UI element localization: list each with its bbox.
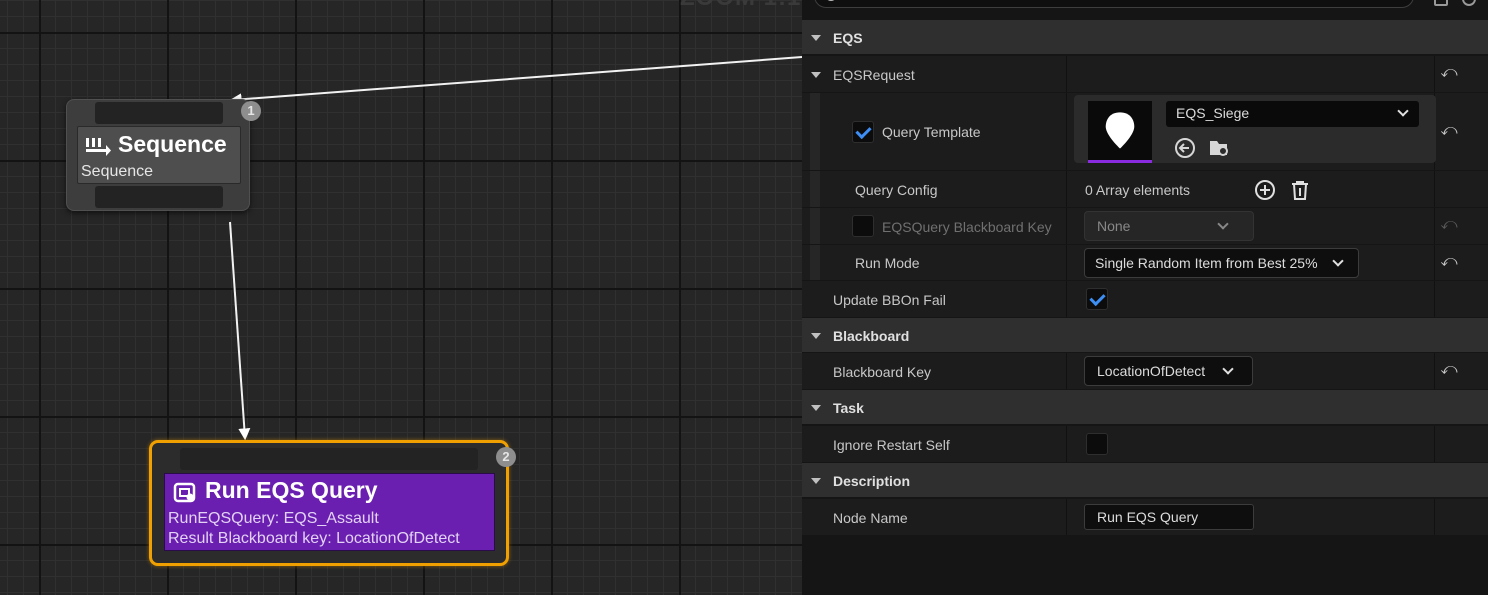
view-options-icon[interactable] xyxy=(1434,0,1448,6)
browse-arrow-icon[interactable] xyxy=(1174,137,1196,159)
sequence-icon xyxy=(86,138,111,156)
category-label: Task xyxy=(833,400,864,416)
wire-to-sequence xyxy=(229,56,802,106)
details-search-input[interactable] xyxy=(814,0,1414,8)
eqs-query-icon xyxy=(173,482,196,503)
combo-value: Single Random Item from Best 25% xyxy=(1095,255,1318,271)
chevron-down-icon xyxy=(1217,218,1229,230)
sequence-input-pin[interactable] xyxy=(95,102,223,124)
search-icon xyxy=(825,0,837,1)
category-blackboard[interactable]: Blackboard xyxy=(802,317,1488,352)
eqs-node-title: Run EQS Query xyxy=(205,477,378,503)
combo-value: LocationOfDetect xyxy=(1097,363,1206,379)
sequence-node-body: Sequence Sequence xyxy=(77,126,241,184)
reset-icon[interactable]: ⤺ xyxy=(1438,216,1460,234)
run-mode-label: Run Mode xyxy=(855,255,920,271)
node-name-label: Node Name xyxy=(833,510,908,526)
execution-index-badge: 2 xyxy=(496,447,516,467)
query-config-label: Query Config xyxy=(855,182,938,198)
collapse-arrow-icon[interactable] xyxy=(811,405,821,411)
run-eqs-query-node[interactable]: Run EQS Query RunEQSQuery: EQS_Assault R… xyxy=(149,440,516,566)
reset-icon[interactable]: ⤺ xyxy=(1438,122,1460,140)
node-name-input[interactable]: Run EQS Query xyxy=(1084,504,1254,530)
query-template-checkbox[interactable] xyxy=(852,121,874,143)
update-bb-on-fail-label: Update BBOn Fail xyxy=(833,292,946,308)
ignore-restart-self-checkbox[interactable] xyxy=(1086,433,1108,455)
asset-picker: EQS_Siege xyxy=(1074,95,1436,163)
collapse-arrow-icon[interactable] xyxy=(811,35,821,41)
category-eqs[interactable]: EQS xyxy=(802,19,1488,54)
row-run-mode: Run Mode Single Random Item from Best 25… xyxy=(802,244,1488,280)
run-mode-combo[interactable]: Single Random Item from Best 25% xyxy=(1084,248,1359,278)
combo-value: None xyxy=(1097,218,1131,234)
ignore-restart-self-label: Ignore Restart Self xyxy=(833,437,950,453)
sequence-node-subtitle: Sequence xyxy=(81,163,154,180)
sequence-output-pin[interactable] xyxy=(95,186,223,208)
details-panel: EQS EQSRequest ⤺ Query Template EQS_Sieg… xyxy=(802,0,1488,595)
row-update-bb-on-fail: Update BBOn Fail xyxy=(802,280,1488,317)
plus-circle-icon[interactable] xyxy=(1254,179,1276,201)
chevron-down-icon xyxy=(1222,363,1234,375)
collapse-arrow-icon[interactable] xyxy=(811,72,821,78)
eqs-blackboard-key-combo[interactable]: None xyxy=(1084,211,1254,241)
execution-index-badge: 1 xyxy=(241,101,261,121)
reset-icon[interactable]: ⤺ xyxy=(1438,64,1460,82)
eqs-node-result-line: Result Blackboard key: LocationOfDetect xyxy=(168,530,460,547)
eqs-request-label: EQSRequest xyxy=(833,67,915,83)
eqs-input-pin[interactable] xyxy=(180,448,478,470)
category-label: EQS xyxy=(833,30,863,46)
row-node-name: Node Name Run EQS Query xyxy=(802,498,1488,535)
category-description[interactable]: Description xyxy=(802,462,1488,497)
trash-icon[interactable] xyxy=(1289,179,1311,201)
row-ignore-restart-self: Ignore Restart Self xyxy=(802,425,1488,462)
sequence-node[interactable]: Sequence Sequence 1 xyxy=(66,99,261,211)
query-template-label: Query Template xyxy=(882,124,981,140)
eqs-node-body: Run EQS Query RunEQSQuery: EQS_Assault R… xyxy=(164,473,495,551)
category-task[interactable]: Task xyxy=(802,389,1488,424)
wire-to-eqs xyxy=(229,221,251,441)
query-template-asset-combo[interactable]: EQS_Siege xyxy=(1166,101,1419,127)
collapse-arrow-icon[interactable] xyxy=(811,333,821,339)
blackboard-key-label: Blackboard Key xyxy=(833,364,932,380)
row-eqs-query-blackboard-key: EQSQuery Blackboard Key None ⤺ xyxy=(802,207,1488,244)
row-query-template: Query Template EQS_Siege ⤺ xyxy=(802,92,1488,170)
blackboard-key-combo[interactable]: LocationOfDetect xyxy=(1084,356,1253,386)
settings-icon[interactable] xyxy=(1462,0,1476,6)
row-query-config: Query Config 0 Array elements xyxy=(802,170,1488,207)
find-in-browser-icon[interactable] xyxy=(1208,137,1230,159)
update-bb-on-fail-checkbox[interactable] xyxy=(1086,288,1108,310)
behavior-tree-graph[interactable]: ZOOM 1:1 Sequence Sequence 1 xyxy=(0,0,802,595)
eqs-node-query-line: RunEQSQuery: EQS_Assault xyxy=(168,510,379,527)
eqs-blackboard-key-label: EQSQuery Blackboard Key xyxy=(882,219,1052,235)
collapse-arrow-icon[interactable] xyxy=(811,478,821,484)
sequence-node-title: Sequence xyxy=(118,131,227,157)
reset-icon[interactable]: ⤺ xyxy=(1438,253,1460,271)
eqs-blackboard-key-checkbox[interactable] xyxy=(852,215,874,237)
asset-name: EQS_Siege xyxy=(1176,105,1250,121)
reset-icon[interactable]: ⤺ xyxy=(1438,361,1460,379)
asset-thumbnail[interactable] xyxy=(1088,101,1152,163)
row-eqs-request: EQSRequest ⤺ xyxy=(802,55,1488,92)
location-pin-icon xyxy=(1105,112,1135,149)
query-config-value: 0 Array elements xyxy=(1085,182,1191,198)
chevron-down-icon xyxy=(1332,255,1344,267)
row-blackboard-key: Blackboard Key LocationOfDetect ⤺ xyxy=(802,352,1488,389)
category-label: Description xyxy=(833,473,911,489)
category-label: Blackboard xyxy=(833,328,910,344)
